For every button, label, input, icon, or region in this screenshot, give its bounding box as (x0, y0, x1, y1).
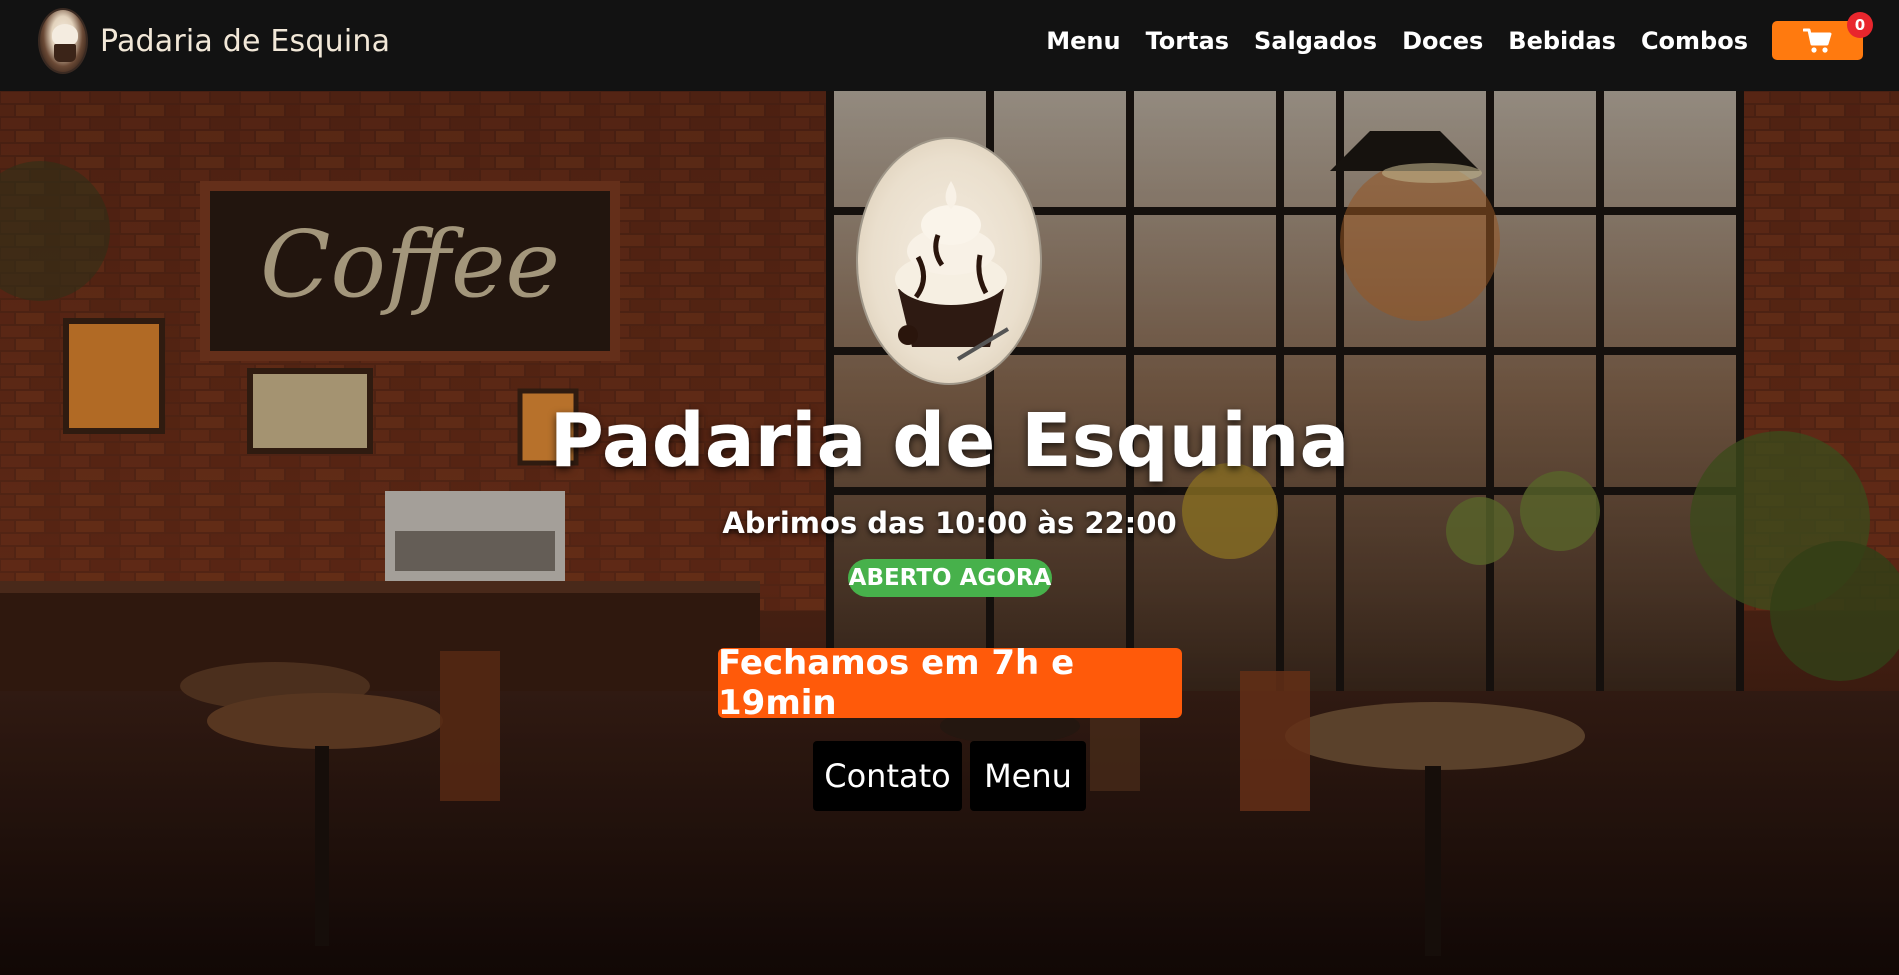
brand-name[interactable]: Padaria de Esquina (100, 24, 390, 59)
hero-section: Coffee Padaria de Esquina Abrimos das 10… (0, 91, 1899, 975)
navbar: Padaria de Esquina Menu Tortas Salgados … (0, 0, 1899, 91)
open-status-badge: ABERTO AGORA (848, 559, 1052, 597)
shopping-cart-icon (1802, 28, 1831, 53)
cart-count-badge: 0 (1847, 12, 1873, 38)
nav-link-combos[interactable]: Combos (1641, 27, 1748, 55)
brand-logo[interactable] (38, 8, 88, 74)
nav-link-bebidas[interactable]: Bebidas (1508, 27, 1616, 55)
hero-title: Padaria de Esquina (549, 398, 1350, 484)
nav-link-doces[interactable]: Doces (1402, 27, 1483, 55)
nav-links: Menu Tortas Salgados Doces Bebidas Combo… (1021, 27, 1748, 55)
brand[interactable]: Padaria de Esquina (38, 8, 390, 74)
hero-cupcake-image (856, 137, 1042, 385)
nav-link-tortas[interactable]: Tortas (1146, 27, 1229, 55)
nav-link-salgados[interactable]: Salgados (1254, 27, 1377, 55)
contact-button[interactable]: Contato (813, 741, 962, 811)
opening-hours: Abrimos das 10:00 às 22:00 (722, 506, 1177, 540)
nav-link-menu[interactable]: Menu (1046, 27, 1120, 55)
closing-countdown: Fechamos em 7h e 19min (718, 643, 1182, 723)
menu-button[interactable]: Menu (970, 741, 1086, 811)
